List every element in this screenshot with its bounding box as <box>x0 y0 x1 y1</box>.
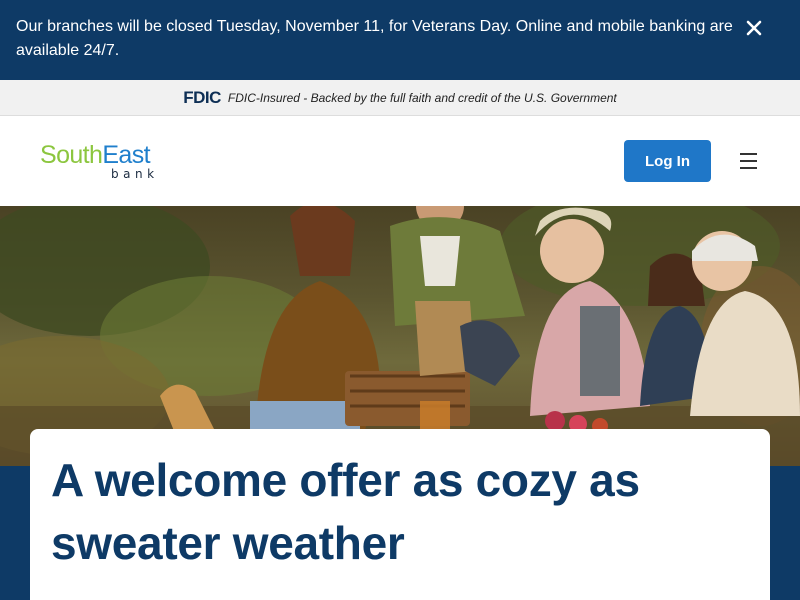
alert-message: Our branches will be closed Tuesday, Nov… <box>16 18 733 59</box>
alert-banner: Our branches will be closed Tuesday, Nov… <box>0 0 800 80</box>
hero-image <box>0 206 800 466</box>
logo-subtitle: bank <box>111 167 159 181</box>
site-header: SouthEast bank Log In <box>0 116 800 206</box>
menu-line <box>740 167 757 169</box>
family-picnic-photo <box>0 206 800 466</box>
offer-title: A welcome offer as cozy as sweater weath… <box>51 454 640 569</box>
login-button[interactable]: Log In <box>624 140 711 182</box>
fdic-logo: FDIC <box>183 87 221 107</box>
menu-line <box>740 153 757 155</box>
logo-east: East <box>102 141 150 169</box>
fdic-disclosure: FDIC FDIC-Insured - Backed by the full f… <box>0 80 800 116</box>
close-icon[interactable] <box>744 18 764 38</box>
logo-wordmark: SouthEast <box>40 142 180 168</box>
logo-south: South <box>40 141 103 169</box>
hamburger-menu-icon[interactable] <box>737 150 761 172</box>
offer-card: A welcome offer as cozy as sweater weath… <box>30 429 770 600</box>
fdic-statement: FDIC-Insured - Backed by the full faith … <box>227 90 617 105</box>
menu-line <box>740 160 757 162</box>
southeast-bank-logo[interactable]: SouthEast bank <box>40 142 180 182</box>
